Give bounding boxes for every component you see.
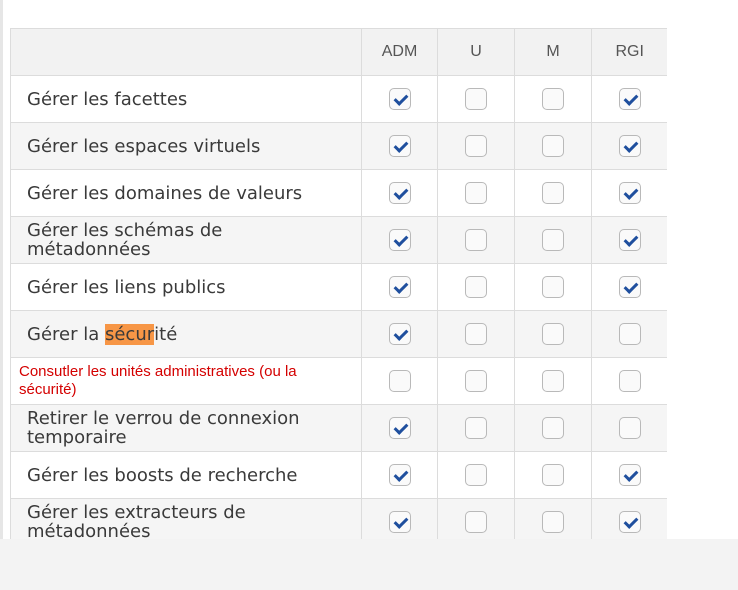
- checkbox-m[interactable]: [542, 88, 564, 110]
- checkbox-m[interactable]: [542, 182, 564, 204]
- checkbox-m[interactable]: [542, 511, 564, 533]
- permission-label: Gérer les facettes: [10, 75, 362, 123]
- checkbox-rgi[interactable]: [618, 88, 641, 110]
- table-row: Gérer les liens publics: [10, 263, 667, 311]
- header-rgi: RGI: [591, 28, 667, 76]
- checkbox-u[interactable]: [465, 323, 487, 345]
- permission-label-annotated: Consutler les unités administratives (ou…: [10, 357, 362, 405]
- left-panel-edge: [0, 0, 3, 590]
- table-row: Gérer les domaines de valeurs: [10, 169, 667, 217]
- table-row: Gérer les schémas de métadonnées: [10, 216, 667, 264]
- header-m: M: [514, 28, 592, 76]
- checkbox-u[interactable]: [465, 182, 487, 204]
- table-header-row: ADM U M RGI: [10, 28, 667, 76]
- checkbox-u[interactable]: [465, 511, 487, 533]
- table-row: Gérer les espaces virtuels: [10, 122, 667, 170]
- table-row: Retirer le verrou de connexion temporair…: [10, 404, 667, 452]
- checkbox-rgi[interactable]: [618, 417, 641, 439]
- checkbox-m[interactable]: [542, 417, 564, 439]
- checkbox-rgi[interactable]: [618, 464, 641, 486]
- table-row: Gérer les facettes: [10, 75, 667, 123]
- permission-label: Retirer le verrou de connexion temporair…: [10, 404, 362, 452]
- checkbox-u[interactable]: [465, 229, 487, 251]
- permission-label: Gérer les liens publics: [10, 263, 362, 311]
- checkbox-u[interactable]: [465, 135, 487, 157]
- checkbox-rgi[interactable]: [618, 135, 641, 157]
- permission-label: Gérer les extracteurs de métadonnées: [10, 498, 362, 539]
- checkbox-m[interactable]: [542, 135, 564, 157]
- checkbox-rgi[interactable]: [618, 229, 641, 251]
- checkbox-adm[interactable]: [388, 464, 411, 486]
- permission-label: Gérer les boosts de recherche: [10, 451, 362, 499]
- checkbox-rgi[interactable]: [618, 323, 641, 345]
- checkbox-m[interactable]: [542, 464, 564, 486]
- checkbox-rgi[interactable]: [618, 370, 641, 392]
- permissions-table-viewport: ADM U M RGI Gérer les facettes Gérer les…: [10, 28, 667, 539]
- checkbox-adm[interactable]: [388, 417, 411, 439]
- checkbox-adm[interactable]: [388, 135, 411, 157]
- checkbox-adm[interactable]: [388, 229, 411, 251]
- checkbox-adm[interactable]: [388, 276, 411, 298]
- checkbox-u[interactable]: [465, 276, 487, 298]
- permission-label: Gérer les schémas de métadonnées: [10, 216, 362, 264]
- checkbox-u[interactable]: [465, 370, 487, 392]
- checkbox-u[interactable]: [465, 464, 487, 486]
- checkbox-m[interactable]: [542, 370, 564, 392]
- checkbox-adm[interactable]: [388, 88, 411, 110]
- header-permission-column: [10, 28, 362, 76]
- header-adm: ADM: [361, 28, 438, 76]
- checkbox-rgi[interactable]: [618, 511, 641, 533]
- checkbox-u[interactable]: [465, 88, 487, 110]
- checkbox-adm[interactable]: [388, 323, 411, 345]
- bottom-strip: [0, 539, 738, 590]
- search-highlight: sécur: [104, 323, 155, 345]
- table-row: Consutler les unités administratives (ou…: [10, 357, 667, 405]
- checkbox-adm[interactable]: [388, 511, 411, 533]
- permission-label: Gérer les espaces virtuels: [10, 122, 362, 170]
- table-row: Gérer les boosts de recherche: [10, 451, 667, 499]
- permissions-table: ADM U M RGI Gérer les facettes Gérer les…: [10, 28, 667, 539]
- checkbox-m[interactable]: [542, 276, 564, 298]
- checkbox-m[interactable]: [542, 229, 564, 251]
- checkbox-rgi[interactable]: [618, 276, 641, 298]
- table-row: Gérer la sécurité: [10, 310, 667, 358]
- checkbox-adm[interactable]: [388, 370, 411, 392]
- checkbox-rgi[interactable]: [618, 182, 641, 204]
- table-row: Gérer les extracteurs de métadonnées: [10, 498, 667, 539]
- checkbox-adm[interactable]: [388, 182, 411, 204]
- permission-label: Gérer la sécurité: [10, 310, 362, 358]
- permission-label: Gérer les domaines de valeurs: [10, 169, 362, 217]
- checkbox-u[interactable]: [465, 417, 487, 439]
- header-u: U: [437, 28, 515, 76]
- checkbox-m[interactable]: [542, 323, 564, 345]
